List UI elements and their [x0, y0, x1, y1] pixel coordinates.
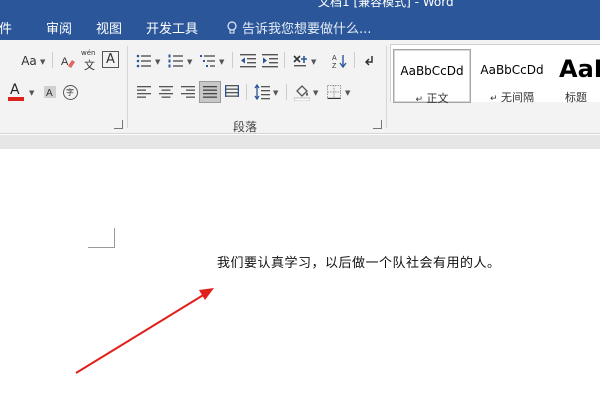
annotation-arrow — [75, 288, 214, 374]
